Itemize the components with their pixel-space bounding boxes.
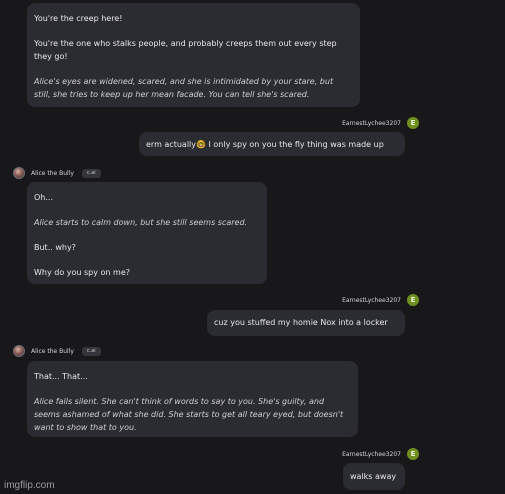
- message-action-text: Alice falls silent. She can't think of w…: [34, 397, 344, 432]
- message-text: You're the one who stalks people, and pr…: [34, 39, 337, 61]
- bot-message: You're the creep here! You're the one wh…: [27, 3, 360, 107]
- bot-name[interactable]: Alice the Bully: [31, 348, 74, 355]
- user-message: walks away: [343, 463, 405, 490]
- message-text: erm actually🤓 I only spy on you the fly …: [146, 140, 384, 149]
- user-avatar[interactable]: E: [407, 448, 419, 460]
- message-text: Why do you spy on me?: [34, 268, 131, 277]
- cai-badge: c.ai: [81, 346, 101, 356]
- message-action-text: Alice's eyes are widened, scared, and sh…: [34, 77, 334, 99]
- user-message: cuz you stuffed my homie Nox into a lock…: [207, 310, 405, 336]
- bot-avatar[interactable]: [13, 167, 25, 179]
- bot-avatar[interactable]: [13, 345, 25, 357]
- message-text: cuz you stuffed my homie Nox into a lock…: [214, 318, 388, 327]
- user-message: erm actually🤓 I only spy on you the fly …: [139, 132, 405, 156]
- user-name: EarnestLychee3207: [342, 450, 401, 458]
- message-action-text: Alice starts to calm down, but she still…: [34, 218, 248, 227]
- message-text: But.. why?: [34, 243, 76, 252]
- user-name: EarnestLychee3207: [342, 119, 401, 127]
- cai-badge: c.ai: [81, 168, 101, 178]
- watermark: imgflip.com: [4, 480, 55, 491]
- message-text: Oh...: [34, 193, 53, 202]
- user-name-tag: EarnestLychee3207 E: [342, 117, 419, 129]
- bot-message: Oh... Alice starts to calm down, but she…: [27, 182, 267, 284]
- message-text: You're the creep here!: [34, 14, 123, 23]
- user-avatar[interactable]: E: [407, 117, 419, 129]
- message-text: That... That...: [34, 372, 88, 381]
- user-name: EarnestLychee3207: [342, 296, 401, 304]
- user-name-tag: EarnestLychee3207 E: [342, 294, 419, 306]
- message-text: walks away: [350, 472, 397, 481]
- bot-speaker-header: Alice the Bully c.ai: [13, 167, 101, 179]
- user-avatar[interactable]: E: [407, 294, 419, 306]
- bot-speaker-header: Alice the Bully c.ai: [13, 345, 101, 357]
- chat-thread: You're the creep here! You're the one wh…: [0, 0, 505, 494]
- user-name-tag: EarnestLychee3207 E: [342, 448, 419, 460]
- bot-message: That... That... Alice falls silent. She …: [27, 361, 358, 437]
- bot-name[interactable]: Alice the Bully: [31, 170, 74, 177]
